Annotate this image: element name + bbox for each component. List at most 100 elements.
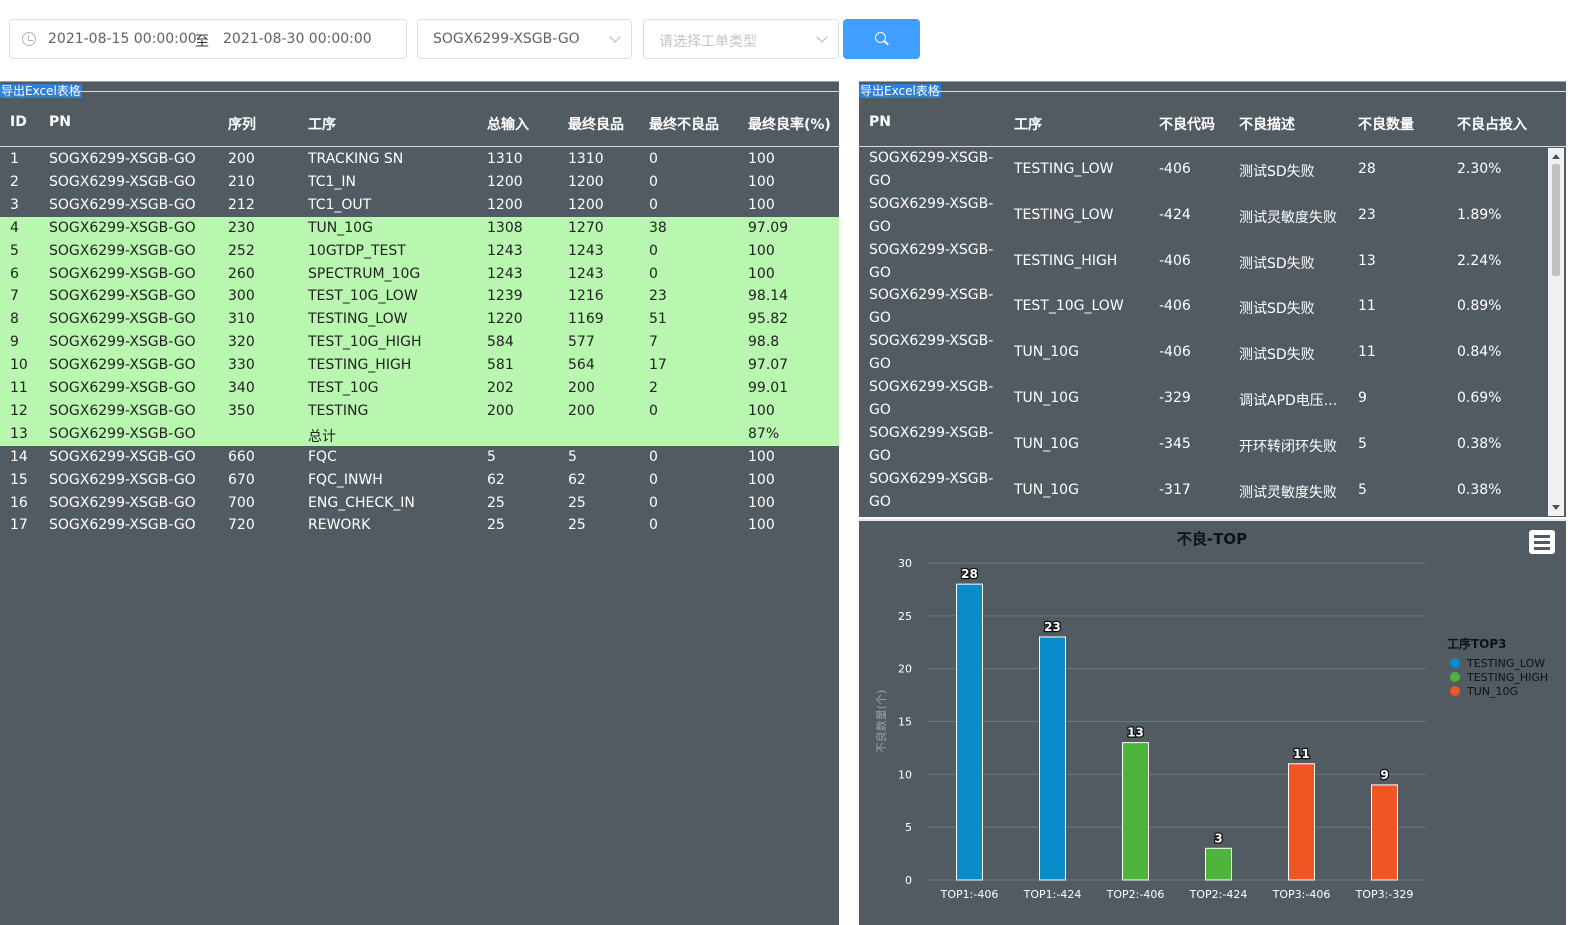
table-cell: SOGX6299-XSGB-GO [869, 239, 993, 285]
date-range-picker[interactable]: 2021-08-15 00:00:00 至 2021-08-30 00:00:0… [9, 19, 407, 59]
table-cell: 310 [228, 311, 255, 328]
table-cell: -406 [1159, 161, 1191, 177]
menu-icon[interactable] [1529, 530, 1555, 554]
export-excel-link[interactable]: 导出Excel表格 [0, 84, 82, 98]
table-row[interactable]: 3 SOGX6299-XSGB-GO 212 TC1_OUT 1200 1200 0 100 [0, 194, 839, 217]
table-cell: SOGX6299-XSGB-GO [49, 288, 196, 305]
table-cell: 100 [748, 494, 775, 511]
column-header[interactable]: 最终不良品 [649, 114, 719, 134]
column-header[interactable]: PN [869, 114, 891, 130]
x-tick-label: TOP1:-424 [1023, 888, 1082, 901]
table-cell: 5 [1358, 481, 1367, 498]
table-cell: 212 [228, 196, 255, 213]
table-cell: 581 [487, 357, 514, 374]
column-header[interactable]: 不良数量 [1358, 114, 1414, 134]
table-cell: 25 [568, 517, 586, 534]
column-header[interactable]: 工序 [1014, 114, 1042, 134]
table-row[interactable]: SOGX6299-XSGB- GO TESTING_HIGH -406 测试SD失败 13… [859, 239, 1547, 285]
table-cell: 1270 [568, 219, 604, 236]
table-cell: 7 [649, 334, 658, 351]
table-row[interactable]: SOGX6299-XSGB- GO TUN_10G -345 开环转闭环失败 5 0.38% [859, 422, 1547, 468]
date-end-input[interactable]: 2021-08-30 00:00:00 [223, 31, 372, 47]
product-select-value: SOGX6299-XSGB-GO [433, 31, 580, 47]
table-cell: 700 [228, 494, 255, 511]
legend-title: 工序TOP3 [1447, 636, 1507, 651]
table-row[interactable]: 7 SOGX6299-XSGB-GO 300 TEST_10G_LOW 1239 1216… [0, 285, 839, 309]
table-cell: 0 [649, 494, 658, 511]
date-start-input[interactable]: 2021-08-15 00:00:00 [48, 31, 197, 47]
table-cell: SOGX6299-XSGB-GO [49, 517, 196, 534]
table-cell: 23 [649, 288, 667, 305]
table-row[interactable]: 4 SOGX6299-XSGB-GO 230 TUN_10G 1308 1270 38 97.… [0, 216, 839, 240]
table-row[interactable]: 2 SOGX6299-XSGB-GO 210 TC1_IN 1200 1200 0 100 [0, 171, 839, 194]
defect-table-scrollbar[interactable] [1548, 148, 1564, 516]
order-type-select[interactable]: 请选择工单类型 [643, 19, 839, 59]
table-cell: 2.24% [1457, 252, 1502, 269]
table-row[interactable]: 6 SOGX6299-XSGB-GO 260 SPECTRUM_10G 1243 1243… [0, 262, 839, 286]
table-cell: TESTING [308, 402, 369, 419]
pn-line: GO [869, 493, 891, 510]
table-row[interactable]: 11 SOGX6299-XSGB-GO 340 TEST_10G 202 200 2 99.0… [0, 377, 839, 400]
column-header[interactable]: 不良代码 [1159, 114, 1215, 134]
table-cell: 584 [487, 334, 514, 351]
search-button[interactable] [843, 19, 920, 59]
table-cell: 10 [10, 357, 28, 374]
column-header[interactable]: PN [49, 114, 71, 130]
table-cell: REWORK [308, 517, 371, 534]
table-cell: 670 [228, 471, 255, 488]
table-row[interactable]: SOGX6299-XSGB- GO TUN_10G -406 测试SD失败 11 0.84% [859, 330, 1547, 376]
scroll-up-arrow-icon[interactable] [1552, 154, 1560, 159]
table-row[interactable]: 9 SOGX6299-XSGB-GO 320 TEST_10G_HIGH 584 577 7… [0, 331, 839, 355]
data-label: 11 [1293, 747, 1310, 761]
search-icon [875, 32, 886, 43]
column-header[interactable]: ID [10, 114, 27, 130]
table-cell: 1200 [568, 173, 604, 190]
table-row[interactable]: SOGX6299-XSGB- GO TEST_10G_LOW -406 测试SD失败 11… [859, 284, 1547, 330]
table-row[interactable]: 5 SOGX6299-XSGB-GO 252 10GTDP_TEST 1243 1243 0… [0, 239, 839, 263]
table-cell: 0 [649, 471, 658, 488]
table-cell: 测试SD失败 [1239, 347, 1315, 364]
table-row[interactable]: SOGX6299-XSGB- GO TESTING_LOW -424 测试灵敏度失败 23… [859, 193, 1547, 239]
table-row[interactable]: 15 SOGX6299-XSGB-GO 670 FQC_INWH 62 62 0 100 [0, 469, 839, 492]
table-row[interactable]: 1 SOGX6299-XSGB-GO 200 TRACKING SN 1310 1310 0… [0, 148, 839, 171]
scrollbar-thumb[interactable] [1552, 164, 1560, 276]
table-row[interactable]: 10 SOGX6299-XSGB-GO 330 TESTING_HIGH 581 564 1… [0, 354, 839, 378]
table-cell: 1 [10, 151, 19, 167]
column-header[interactable]: 最终良品 [568, 114, 624, 134]
table-cell: 660 [228, 448, 255, 465]
table-row[interactable]: SOGX6299-XSGB- GO TUN_10G -329 调试APD电压... 9 0.… [859, 376, 1547, 422]
legend-marker [1450, 686, 1460, 696]
table-row[interactable]: 14 SOGX6299-XSGB-GO 660 FQC 5 5 0 100 [0, 446, 839, 469]
table-row[interactable]: SOGX6299-XSGB- GO TUN_10G -317 测试灵敏度失败 5 0.38% [859, 468, 1547, 514]
column-header[interactable]: 不良占投入 [1457, 114, 1527, 134]
table-cell: 1216 [568, 288, 604, 305]
scroll-down-arrow-icon[interactable] [1552, 505, 1560, 510]
table-cell: TUN_10G [1014, 390, 1079, 406]
column-header[interactable]: 总输入 [487, 114, 529, 134]
table-row[interactable]: SOGX6299-XSGB- GO TESTING_LOW -406 测试SD失败 28 2… [859, 147, 1547, 193]
column-header[interactable]: 最终良率(%) [748, 114, 831, 134]
table-cell: 1200 [568, 196, 604, 213]
table-cell: 1310 [568, 151, 604, 167]
table-cell: 15 [10, 471, 28, 488]
table-cell: 87% [748, 425, 780, 442]
defect-top-chart-panel: 不良-TOP 0 5 10 15 20 25 30 不良数量(个) 28 TOP1:-406 23 TO… [859, 519, 1566, 925]
column-header[interactable]: 工序 [308, 114, 336, 134]
table-row[interactable]: 13 SOGX6299-XSGB-GO 总计 87% [0, 422, 839, 446]
table-cell: SOGX6299-XSGB-GO [49, 265, 196, 282]
table-row[interactable]: 12 SOGX6299-XSGB-GO 350 TESTING 200 200 0 100 [0, 399, 839, 423]
table-row[interactable]: 16 SOGX6299-XSGB-GO 700 ENG_CHECK_IN 25 25 0 10… [0, 492, 839, 515]
export-excel-link[interactable]: 导出Excel表格 [859, 84, 941, 98]
column-header[interactable]: 不良描述 [1239, 114, 1295, 134]
column-header[interactable]: 序列 [228, 114, 256, 134]
table-cell: 62 [487, 471, 505, 488]
product-select[interactable]: SOGX6299-XSGB-GO [417, 19, 632, 59]
table-cell: SOGX6299-XSGB-GO [869, 330, 993, 376]
table-cell: TESTING_LOW [308, 311, 408, 328]
divider [0, 146, 839, 147]
x-tick-label: TOP2:-406 [1106, 888, 1165, 901]
table-row[interactable]: 17 SOGX6299-XSGB-GO 720 REWORK 25 25 0 100 [0, 514, 839, 537]
y-tick-label: 5 [905, 821, 912, 834]
table-row[interactable]: 8 SOGX6299-XSGB-GO 310 TESTING_LOW 1220 1169 5… [0, 308, 839, 332]
table-cell: 0.84% [1457, 344, 1502, 361]
